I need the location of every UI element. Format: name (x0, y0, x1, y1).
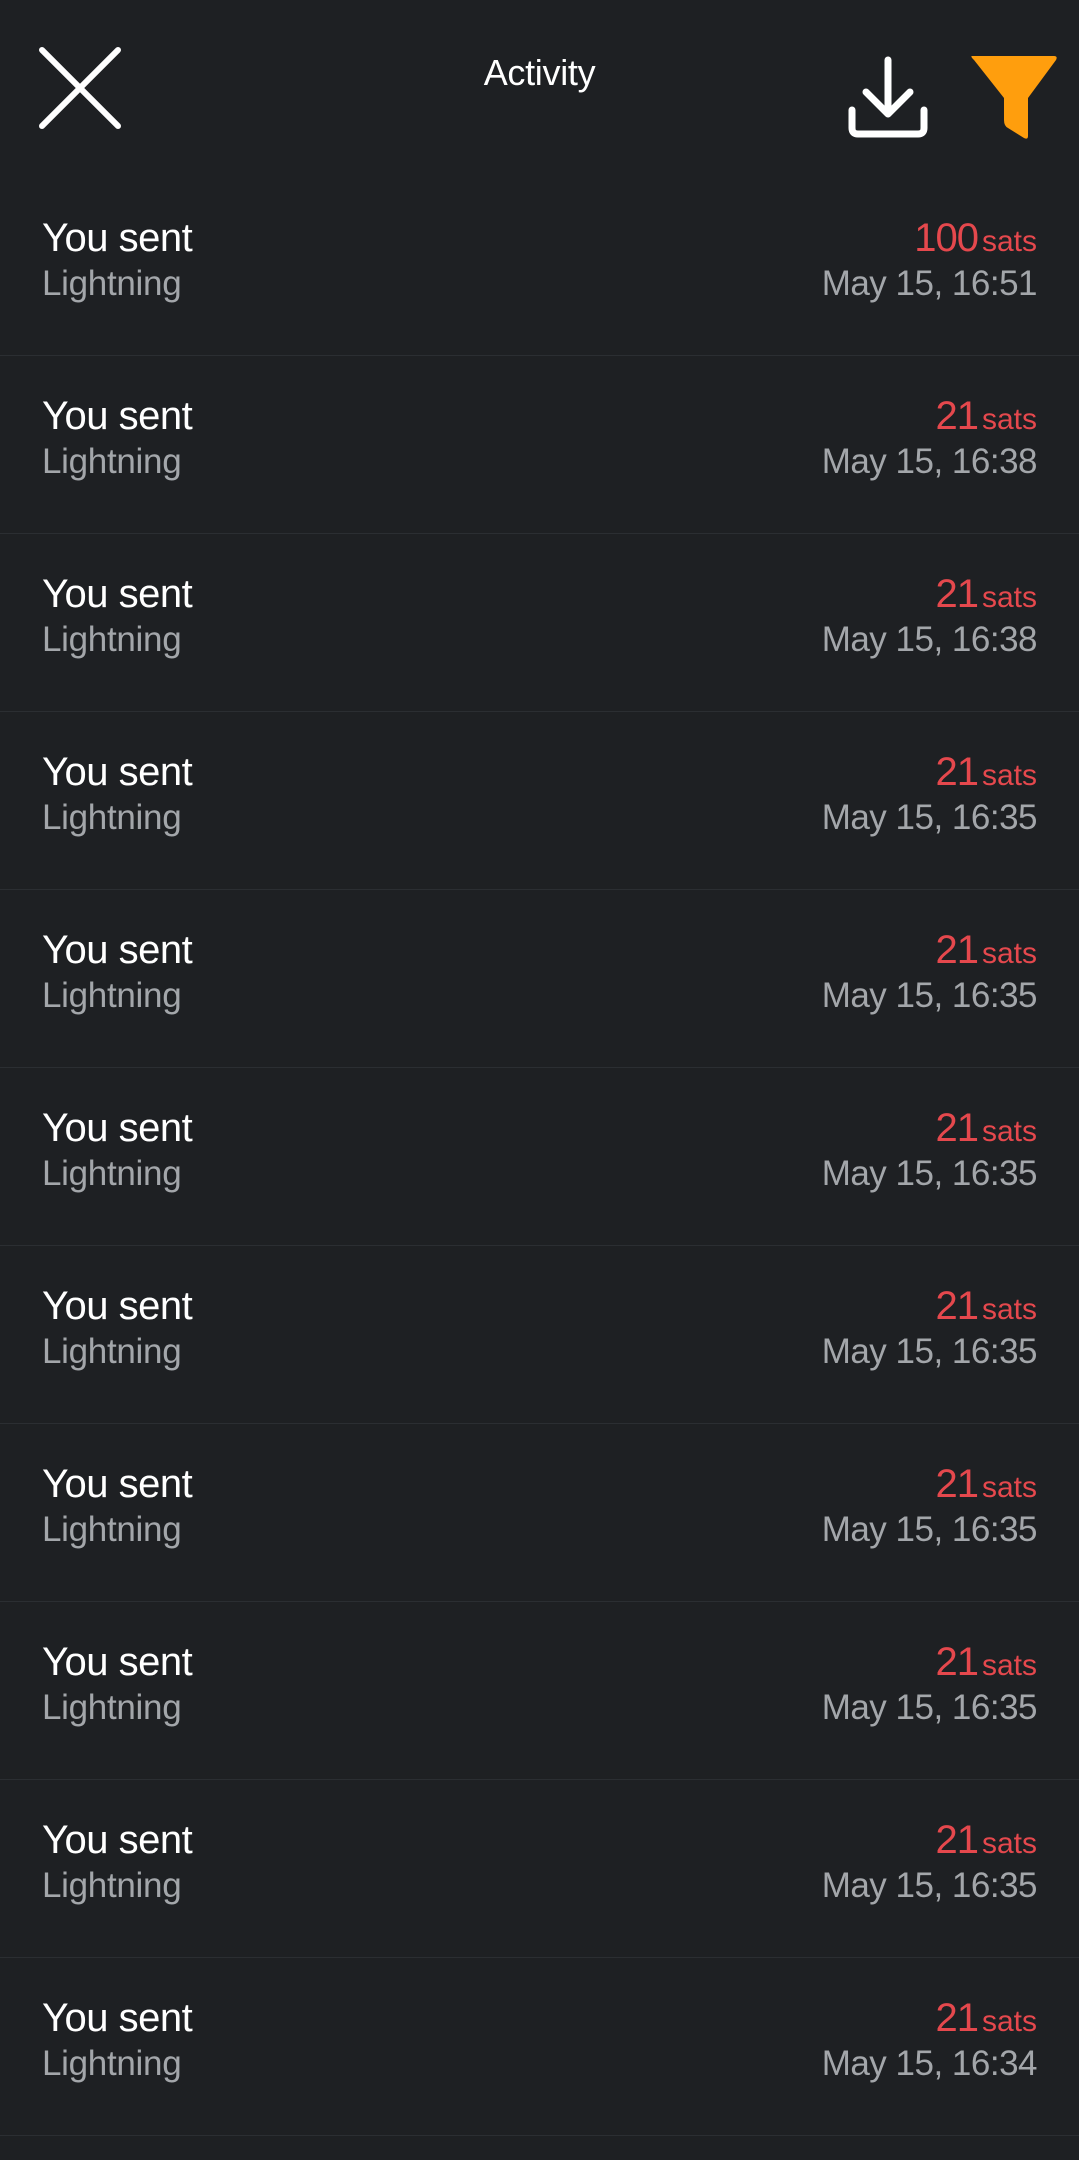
transaction-method: Lightning (42, 1688, 182, 1727)
transaction-row[interactable]: You sent Lightning 100 sats May 15, 16:51 (0, 178, 1079, 356)
transaction-date: May 15, 16:34 (821, 2044, 1038, 2083)
transaction-amount: 21 sats (935, 1462, 1037, 1507)
transaction-method: Lightning (42, 442, 182, 481)
amount-unit: sats (981, 225, 1037, 258)
transaction-row[interactable]: You sent Lightning 21 sats May 15, 16:35 (0, 1424, 1079, 1602)
transaction-row[interactable]: You sent Lightning 21 sats May 15, 16:35 (0, 712, 1079, 890)
amount-value: 21 (935, 1284, 978, 1328)
amount-unit: sats (981, 2005, 1037, 2038)
amount-unit: sats (981, 1293, 1037, 1326)
transaction-amount: 21 sats (935, 1996, 1037, 2041)
transaction-date: May 15, 16:51 (821, 264, 1038, 303)
amount-value: 21 (935, 928, 978, 972)
transaction-title: You sent (42, 572, 193, 616)
amount-value: 100 (914, 216, 979, 260)
transaction-row[interactable]: You sent Lightning 21 sats May 15, 16:35 (0, 1068, 1079, 1246)
amount-unit: sats (981, 937, 1037, 970)
transaction-method: Lightning (42, 976, 182, 1015)
amount-value: 21 (935, 1462, 978, 1506)
amount-value: 21 (935, 1106, 978, 1150)
transaction-amount: 21 sats (935, 1106, 1037, 1151)
transaction-amount: 100 sats (914, 216, 1037, 261)
amount-value: 21 (935, 1640, 978, 1684)
transaction-amount: 21 sats (935, 1284, 1037, 1329)
transaction-date: May 15, 16:35 (821, 1688, 1038, 1727)
transaction-amount: 21 sats (935, 750, 1037, 795)
filter-button[interactable] (968, 50, 1060, 154)
transaction-row[interactable]: You sent Lightning 21 sats May 15, 16:35 (0, 1246, 1079, 1424)
transaction-title: You sent (42, 216, 193, 260)
transaction-amount: 21 sats (935, 572, 1037, 617)
transaction-method: Lightning (42, 620, 182, 659)
amount-unit: sats (981, 759, 1037, 792)
transaction-date: May 15, 16:35 (821, 1510, 1038, 1549)
download-icon (838, 50, 942, 154)
transaction-date: May 15, 16:38 (821, 442, 1038, 481)
amount-unit: sats (981, 1115, 1037, 1148)
transaction-date: May 15, 16:35 (821, 798, 1038, 837)
transaction-title: You sent (42, 928, 193, 972)
transaction-title: You sent (42, 1462, 193, 1506)
transaction-row[interactable]: You sent Lightning 21 sats May 15, 16:38 (0, 356, 1079, 534)
amount-unit: sats (981, 1827, 1037, 1860)
amount-value: 21 (935, 1818, 978, 1862)
transaction-amount: 21 sats (935, 1640, 1037, 1685)
transaction-row[interactable]: You sent Lightning 21 sats May 15, 16:38 (0, 534, 1079, 712)
transaction-title: You sent (42, 394, 193, 438)
top-bar: Activity (0, 0, 1079, 178)
amount-unit: sats (981, 403, 1037, 436)
amount-unit: sats (981, 1471, 1037, 1504)
amount-value: 21 (935, 572, 978, 616)
transaction-title: You sent (42, 1284, 193, 1328)
amount-value: 21 (935, 394, 978, 438)
transaction-title: You sent (42, 750, 193, 794)
transaction-method: Lightning (42, 1510, 182, 1549)
transaction-date: May 15, 16:38 (821, 620, 1038, 659)
transaction-row[interactable]: You sent Lightning 21 sats May 15, 16:34 (0, 1958, 1079, 2136)
transaction-title: You sent (42, 1106, 193, 1150)
transaction-method: Lightning (42, 2044, 182, 2083)
download-button[interactable] (838, 50, 942, 154)
transaction-method: Lightning (42, 1154, 182, 1193)
transaction-method: Lightning (42, 1866, 182, 1905)
transaction-amount: 21 sats (935, 394, 1037, 439)
transaction-method: Lightning (42, 798, 182, 837)
transaction-amount: 21 sats (935, 1818, 1037, 1863)
transaction-method: Lightning (42, 264, 182, 303)
amount-unit: sats (981, 581, 1037, 614)
amount-value: 21 (935, 1996, 978, 2040)
transaction-title: You sent (42, 1996, 193, 2040)
transaction-title: You sent (42, 1640, 193, 1684)
transaction-date: May 15, 16:35 (821, 1332, 1038, 1371)
transaction-date: May 15, 16:35 (821, 976, 1038, 1015)
transaction-date: May 15, 16:35 (821, 1866, 1038, 1905)
transaction-row[interactable]: You sent Lightning 21 sats May 15, 16:35 (0, 1602, 1079, 1780)
amount-unit: sats (981, 1649, 1037, 1682)
transaction-title: You sent (42, 1818, 193, 1862)
filter-icon (968, 50, 1060, 154)
transaction-date: May 15, 16:35 (821, 1154, 1038, 1193)
transaction-method: Lightning (42, 1332, 182, 1371)
transaction-row[interactable]: You sent Lightning 21 sats May 15, 16:35 (0, 1780, 1079, 1958)
activity-list: You sent Lightning 100 sats May 15, 16:51 You… (0, 178, 1079, 2136)
amount-value: 21 (935, 750, 978, 794)
transaction-amount: 21 sats (935, 928, 1037, 973)
transaction-row[interactable]: You sent Lightning 21 sats May 15, 16:35 (0, 890, 1079, 1068)
